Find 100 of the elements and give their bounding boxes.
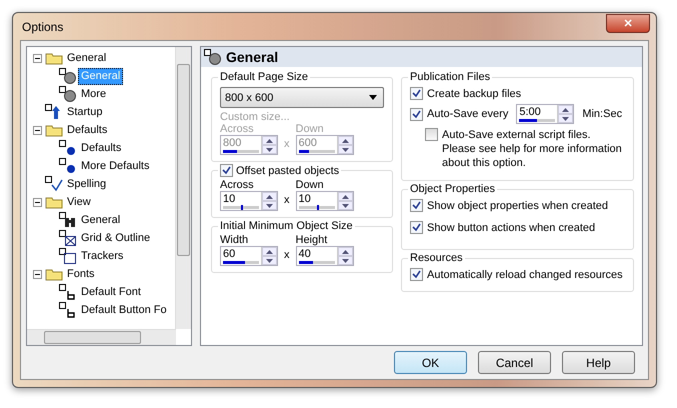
offset-checkbox[interactable] — [220, 164, 233, 177]
unit-label: Min:Sec — [582, 108, 622, 120]
spin-field[interactable]: 10 — [296, 191, 354, 211]
dot-icon — [59, 140, 77, 156]
checkbox-label: Auto-Save every — [427, 108, 508, 120]
group-title: Initial Minimum Object Size — [219, 220, 354, 232]
custom-size-label: Custom size... — [220, 111, 291, 123]
tree-item[interactable]: Startup — [64, 104, 106, 120]
grid-icon — [59, 230, 77, 246]
spin-down-button[interactable] — [262, 201, 277, 210]
field-label: Down — [296, 179, 325, 191]
folder-icon — [45, 195, 63, 209]
spin-field[interactable]: 40 — [296, 246, 354, 266]
spin-up-button[interactable] — [338, 192, 352, 201]
collapse-icon[interactable] — [33, 270, 44, 278]
down-arrow-icon — [266, 258, 273, 262]
panel-title: General — [226, 49, 278, 65]
tree-item[interactable]: Spelling — [64, 176, 110, 192]
spin-down-button[interactable] — [338, 256, 352, 265]
dialog-button[interactable]: Help — [562, 351, 635, 374]
tree-item[interactable]: Grid & Outline — [78, 230, 154, 246]
down-arrow-icon — [342, 258, 348, 262]
tree-item[interactable]: Defaults — [78, 140, 124, 156]
spin-down-button[interactable] — [262, 256, 277, 265]
up-arrow-icon — [562, 108, 570, 112]
font-icon — [59, 284, 77, 300]
spin-field[interactable]: 10 — [220, 191, 278, 211]
group-title: Publication Files — [409, 71, 492, 83]
spin-field[interactable]: 5:00 — [516, 104, 574, 124]
collapse-icon[interactable] — [33, 126, 44, 134]
tree-item[interactable]: Trackers — [78, 248, 126, 264]
field-label: Across — [220, 123, 255, 135]
folder-icon — [45, 267, 63, 281]
check-icon — [45, 176, 63, 192]
dot-icon — [59, 158, 77, 174]
spin-up-button[interactable] — [338, 136, 352, 145]
spin-up-button[interactable] — [262, 136, 277, 145]
spin-field[interactable]: 60 — [220, 246, 278, 266]
caret-icon — [369, 95, 377, 100]
spin-down-button[interactable] — [558, 114, 574, 123]
collapse-icon[interactable] — [33, 198, 44, 206]
dialog-button[interactable]: Cancel — [478, 351, 551, 374]
down-arrow-icon — [562, 116, 570, 120]
up-arrow-icon — [266, 250, 273, 254]
field-label: Down — [296, 123, 325, 135]
tree-item[interactable]: View — [64, 194, 94, 210]
checkbox[interactable] — [410, 199, 423, 212]
tree-item[interactable]: Default Button Fo — [78, 302, 170, 318]
up-arrow-icon — [342, 250, 348, 254]
globe-icon — [59, 86, 77, 102]
checkbox[interactable] — [410, 221, 423, 234]
tree-item[interactable]: Default Font — [78, 284, 144, 300]
checkbox-label: Create backup files — [427, 88, 522, 100]
spin-down-button[interactable] — [338, 201, 352, 210]
tree-item[interactable]: Fonts — [64, 266, 98, 282]
collapse-icon[interactable] — [33, 54, 44, 62]
field-label: Height — [296, 234, 328, 246]
up-arrow-icon — [266, 194, 273, 198]
binoculars-icon — [59, 212, 77, 228]
tree-item[interactable]: General — [64, 50, 110, 66]
checkbox[interactable] — [410, 268, 423, 281]
window-title: Options — [22, 20, 64, 34]
times-sign: x — [284, 249, 290, 263]
font-icon — [59, 302, 77, 318]
tree-item[interactable]: More Defaults — [78, 158, 152, 174]
tree-item[interactable]: Defaults — [64, 122, 110, 138]
spin-up-button[interactable] — [558, 105, 574, 114]
arrow-icon — [45, 104, 63, 120]
group-title: Resources — [409, 252, 464, 264]
checkbox[interactable] — [410, 87, 423, 100]
dialog-button[interactable]: OK — [394, 351, 467, 374]
spin-up-button[interactable] — [262, 192, 277, 201]
checkbox-label: Auto-Save external script files. — [442, 128, 592, 142]
tree-item[interactable]: More — [78, 86, 110, 102]
spin-down-button[interactable] — [262, 145, 277, 154]
down-arrow-icon — [342, 204, 348, 208]
folder-icon — [45, 51, 63, 65]
globe-icon — [204, 49, 222, 65]
spin-up-button[interactable] — [262, 247, 277, 256]
down-arrow-icon — [342, 148, 348, 152]
spin-up-button[interactable] — [338, 247, 352, 256]
down-arrow-icon — [266, 204, 273, 208]
spin-down-button[interactable] — [338, 145, 352, 154]
folder-icon — [45, 123, 63, 137]
field-label: Width — [220, 234, 250, 246]
vertical-scrollbar[interactable] — [175, 47, 191, 329]
checkbox-label: Show button actions when created — [427, 222, 596, 234]
up-arrow-icon — [266, 138, 273, 142]
horizontal-scrollbar[interactable] — [27, 329, 176, 345]
checkbox[interactable] — [425, 128, 438, 141]
help-note: Please see help for more information about this option. — [442, 142, 623, 170]
group-title: Object Properties — [409, 183, 496, 195]
checkbox[interactable] — [410, 108, 423, 120]
tree-item[interactable]: General — [78, 212, 124, 228]
times-sign: x — [284, 194, 290, 208]
checkbox-label: Automatically reload changed resources — [427, 268, 623, 280]
up-arrow-icon — [342, 138, 348, 142]
down-arrow-icon — [266, 148, 273, 152]
globe-icon — [59, 68, 77, 84]
field-label: Across — [220, 179, 255, 191]
